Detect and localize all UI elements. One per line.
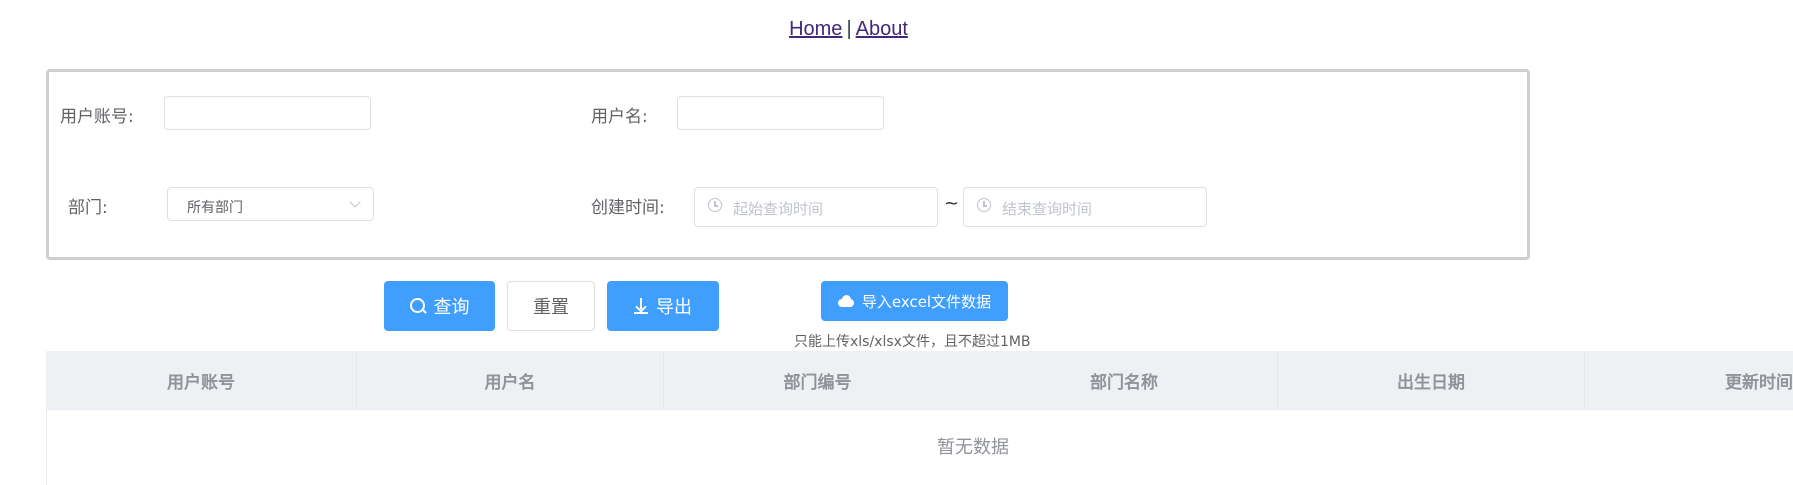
column-header[interactable]: 更新时间 xyxy=(1585,351,1793,410)
table-header: 用户账号 用户名 部门编号 部门名称 出生日期 更新时间 xyxy=(46,351,1793,410)
reset-button[interactable]: 重置 xyxy=(507,281,595,331)
dept-label: 部门: xyxy=(68,198,108,218)
upload-cloud-icon xyxy=(837,295,854,307)
nav-separator: | xyxy=(846,18,852,40)
created-time-label: 创建时间: xyxy=(591,198,665,218)
search-button[interactable]: 查询 xyxy=(384,281,495,331)
column-header[interactable]: 部门编号 xyxy=(664,351,971,410)
about-link[interactable]: About xyxy=(856,18,908,40)
reset-button-label: 重置 xyxy=(533,297,569,318)
clock-icon xyxy=(977,198,991,212)
table-body: 暂无数据 xyxy=(46,410,1793,485)
account-input[interactable] xyxy=(164,96,371,130)
dept-select[interactable]: 所有部门 xyxy=(167,187,374,221)
home-link[interactable]: Home xyxy=(789,18,842,40)
empty-text: 暂无数据 xyxy=(937,437,1009,458)
start-date-placeholder: 起始查询时间 xyxy=(733,200,824,218)
export-button-label: 导出 xyxy=(656,297,692,318)
column-header[interactable]: 部门名称 xyxy=(971,351,1278,410)
username-label: 用户名: xyxy=(591,107,648,127)
search-button-label: 查询 xyxy=(433,297,470,318)
end-date-placeholder: 结束查询时间 xyxy=(1002,200,1093,218)
export-button[interactable]: 导出 xyxy=(607,281,719,331)
user-table: 用户账号 用户名 部门编号 部门名称 出生日期 更新时间 暂无数据 xyxy=(46,351,1793,485)
import-button-label: 导入excel文件数据 xyxy=(861,292,992,311)
column-header[interactable]: 出生日期 xyxy=(1278,351,1585,410)
account-label: 用户账号: xyxy=(60,107,134,127)
chevron-down-icon xyxy=(349,196,361,208)
top-nav: Home | About xyxy=(0,18,1697,41)
username-input[interactable] xyxy=(677,96,884,130)
search-icon xyxy=(409,298,426,314)
dept-select-value: 所有部门 xyxy=(187,200,243,216)
column-header[interactable]: 用户名 xyxy=(357,351,664,410)
end-date-input[interactable]: 结束查询时间 xyxy=(963,187,1207,227)
start-date-input[interactable]: 起始查询时间 xyxy=(694,187,938,227)
download-icon xyxy=(634,298,648,314)
clock-icon xyxy=(708,198,722,212)
column-header[interactable]: 用户账号 xyxy=(46,351,357,410)
upload-tip: 只能上传xls/xlsx文件，且不超过1MB xyxy=(794,334,1031,350)
import-excel-button[interactable]: 导入excel文件数据 xyxy=(821,281,1008,321)
range-separator: ~ xyxy=(944,193,960,214)
